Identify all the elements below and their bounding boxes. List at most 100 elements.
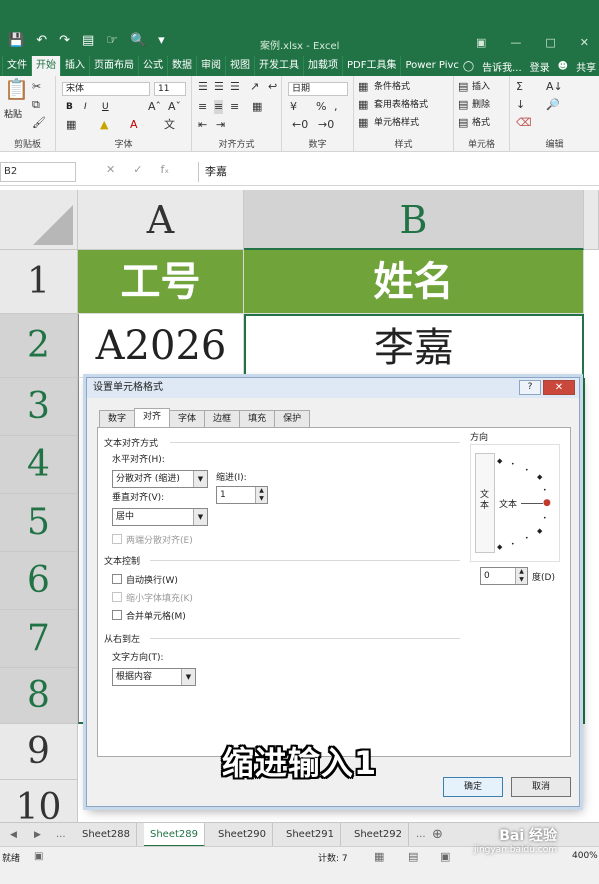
align-bottom-icon[interactable]: ☰	[230, 80, 240, 94]
page-break-view-icon[interactable]: ▣	[440, 850, 450, 863]
clear-icon[interactable]: ⌫	[516, 116, 532, 130]
font-size-box[interactable]: 11	[154, 82, 186, 96]
align-left-icon[interactable]: ≡	[198, 100, 207, 114]
vertical-text-button[interactable]: 文本	[475, 453, 495, 553]
sheet-tab[interactable]: Sheet292	[348, 823, 409, 847]
prev-sheet-icon[interactable]: ◀	[10, 823, 17, 847]
conditional-format-button[interactable]: 条件格式	[374, 80, 410, 94]
borders-icon[interactable]: ▦	[66, 118, 76, 132]
more-sheets-right[interactable]: ...	[416, 823, 426, 847]
vertical-align-select[interactable]: 居中 ▼	[112, 508, 208, 526]
font-name-box[interactable]: 宋体	[62, 82, 150, 96]
dial-handle-icon[interactable]: ●	[543, 498, 551, 508]
customize-qat-icon[interactable]: ▾	[158, 33, 165, 48]
justify-distributed-checkbox[interactable]	[112, 534, 122, 544]
more-sheets-left[interactable]: ...	[56, 823, 66, 847]
merge-center-icon[interactable]: ▦	[252, 100, 262, 114]
number-format-box[interactable]: 日期	[288, 82, 348, 96]
text-direction-select[interactable]: 根据内容 ▼	[112, 668, 196, 686]
font-color-icon[interactable]: A	[130, 118, 138, 132]
indent-spinner[interactable]: 1 ▲ ▼	[216, 486, 268, 504]
paste-button[interactable]: 粘贴	[4, 108, 22, 122]
maximize-icon[interactable]: □	[545, 36, 555, 49]
autosum-icon[interactable]: Σ	[516, 80, 523, 94]
tab-pdf-tools[interactable]: PDF工具集	[342, 56, 400, 76]
cut-icon[interactable]: ✂	[32, 80, 41, 94]
cell-a1[interactable]: 工号	[78, 250, 244, 314]
paste-icon[interactable]: 📋	[4, 79, 29, 99]
tab-view[interactable]: 视图	[225, 56, 254, 76]
share-button[interactable]: 共享	[576, 59, 596, 74]
sheet-tab-active[interactable]: Sheet289	[144, 823, 205, 847]
underline-button[interactable]: U	[102, 100, 109, 114]
increase-indent-icon[interactable]: ⇥	[216, 118, 225, 132]
decrease-indent-icon[interactable]: ⇤	[198, 118, 207, 132]
page-layout-view-icon[interactable]: ▤	[408, 850, 418, 863]
copy-icon[interactable]: ⧉	[32, 98, 40, 112]
row-header-3[interactable]: 3	[0, 378, 78, 436]
formula-input[interactable]: 李嘉	[198, 162, 599, 182]
row-header-8[interactable]: 8	[0, 668, 78, 724]
cell-b1[interactable]: 姓名	[244, 250, 584, 314]
row-header-5[interactable]: 5	[0, 494, 78, 552]
degrees-spinner[interactable]: 0 ▲ ▼	[480, 567, 528, 585]
spin-arrows-icon[interactable]: ▲ ▼	[515, 568, 527, 584]
sheet-tab[interactable]: Sheet291	[280, 823, 341, 847]
cell-a2[interactable]: A2026	[78, 314, 244, 378]
orientation-icon[interactable]: ↗	[250, 80, 259, 94]
select-all-corner[interactable]	[0, 190, 78, 250]
tab-formulas[interactable]: 公式	[138, 56, 167, 76]
row-header-6[interactable]: 6	[0, 552, 78, 610]
normal-view-icon[interactable]: ▦	[374, 850, 384, 863]
format-cells-button[interactable]: 格式	[472, 116, 490, 130]
fill-icon[interactable]: ↓	[516, 98, 525, 112]
currency-icon[interactable]: ¥	[290, 100, 297, 114]
sort-filter-icon[interactable]: A↓	[546, 80, 563, 94]
row-header-2[interactable]: 2	[0, 314, 78, 378]
zoom-level[interactable]: 400%	[572, 851, 598, 861]
row-header-10[interactable]: 10	[0, 780, 78, 822]
tab-insert[interactable]: 插入	[60, 56, 89, 76]
orientation-dial[interactable]: ◆ • • ◆ • 文本 ● • ◆ • • ◆	[497, 453, 555, 553]
minimize-icon[interactable]: —	[510, 36, 521, 49]
dialog-close-button[interactable]: ✕	[543, 380, 575, 395]
zoom-icon[interactable]: 🔍	[130, 33, 146, 48]
row-header-4[interactable]: 4	[0, 436, 78, 494]
find-select-icon[interactable]: 🔎	[546, 98, 560, 112]
delete-cells-button[interactable]: 删除	[472, 98, 490, 112]
tab-developer[interactable]: 开发工具	[254, 56, 303, 76]
tab-number[interactable]: 数字	[99, 410, 136, 427]
close-icon[interactable]: ✕	[580, 36, 589, 49]
percent-icon[interactable]: %	[316, 100, 326, 114]
sheet-tab[interactable]: Sheet290	[212, 823, 273, 847]
tab-alignment[interactable]: 对齐	[134, 408, 171, 427]
confirm-entry-icon[interactable]: ✓	[133, 163, 142, 176]
column-header-b[interactable]: B	[244, 190, 584, 250]
tab-font[interactable]: 字体	[169, 410, 206, 427]
help-button[interactable]: ?	[519, 380, 541, 395]
decrease-decimal-icon[interactable]: →0	[318, 118, 334, 132]
phonetic-icon[interactable]: 文	[164, 118, 175, 132]
name-box[interactable]: B2	[0, 162, 76, 182]
align-top-icon[interactable]: ☰	[198, 80, 208, 94]
next-sheet-icon[interactable]: ▶	[34, 823, 41, 847]
cancel-entry-icon[interactable]: ✕	[106, 163, 115, 176]
shrink-font-icon[interactable]: Aˇ	[168, 100, 181, 114]
row-header-7[interactable]: 7	[0, 610, 78, 668]
form-icon[interactable]: ▤	[82, 33, 94, 48]
column-header-a[interactable]: A	[78, 190, 244, 250]
align-center-icon[interactable]: ≡	[214, 100, 224, 114]
tab-fill[interactable]: 填充	[239, 410, 276, 427]
comma-icon[interactable]: ,	[334, 100, 338, 114]
tab-data[interactable]: 数据	[167, 56, 196, 76]
tab-file[interactable]: 文件	[2, 56, 31, 76]
touch-mode-icon[interactable]: ☞	[106, 33, 118, 48]
align-middle-icon[interactable]: ☰	[214, 80, 224, 94]
grow-font-icon[interactable]: Aˆ	[148, 100, 161, 114]
sheet-tab[interactable]: Sheet288	[76, 823, 137, 847]
spin-arrows-icon[interactable]: ▲ ▼	[255, 487, 267, 503]
tab-border[interactable]: 边框	[204, 410, 241, 427]
login-link[interactable]: 登录	[530, 59, 550, 74]
bold-button[interactable]: B	[66, 100, 73, 114]
insert-function-icon[interactable]: fₓ	[160, 163, 169, 176]
